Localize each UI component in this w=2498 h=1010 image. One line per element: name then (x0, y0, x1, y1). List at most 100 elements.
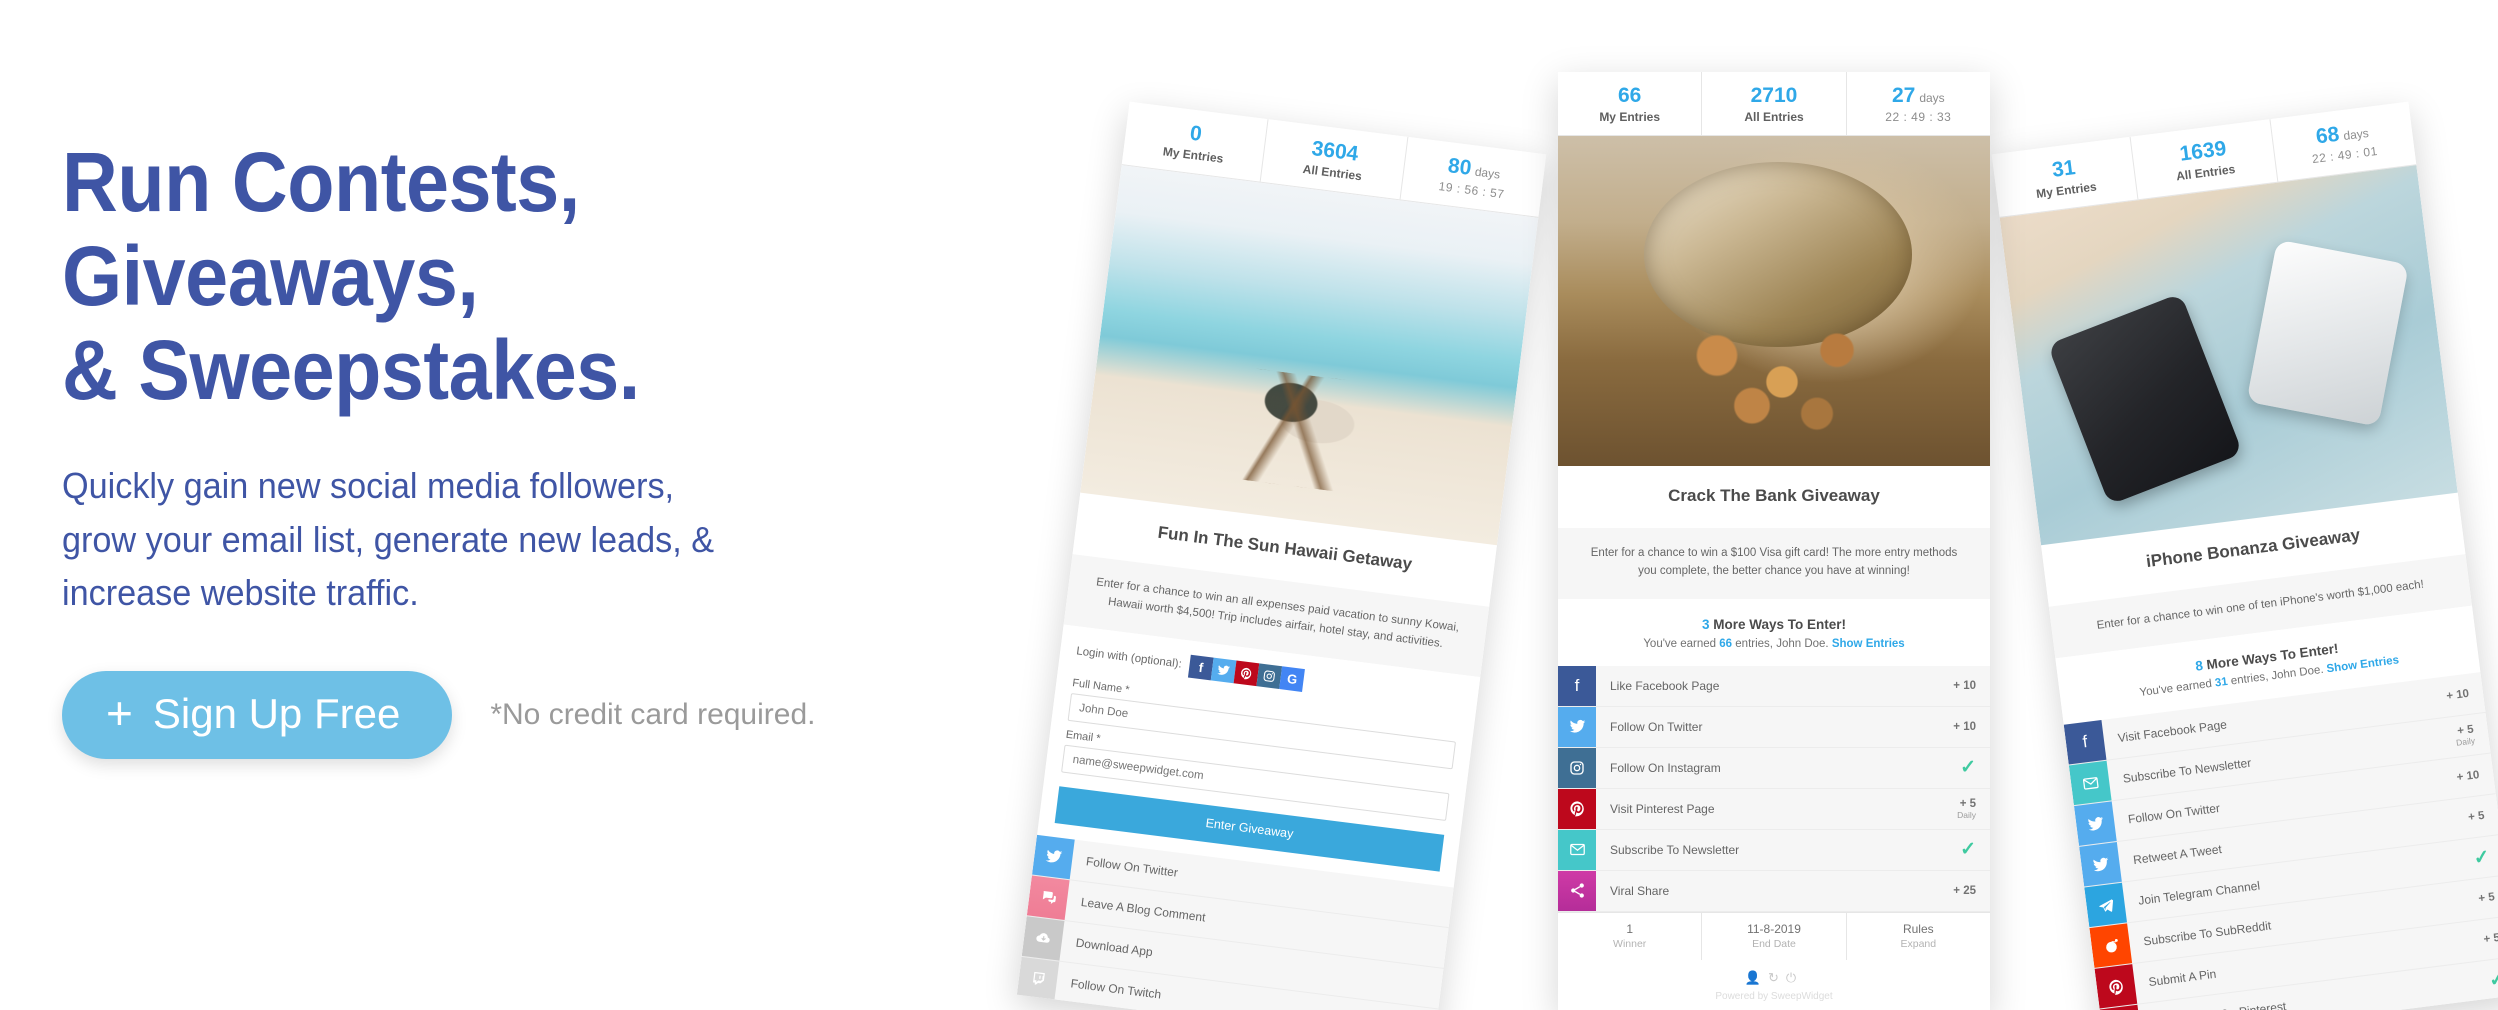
card-hero-image-phones (1999, 165, 2458, 546)
social-login-label: Login with (optional): (1075, 645, 1183, 671)
entry-method-row[interactable]: Follow On Twitter + 10 (1558, 706, 1990, 748)
entry-method-row[interactable]: Viral Share + 25 (1558, 870, 1990, 912)
entry-methods-list: f Like Facebook Page + 10 Follow On Twit… (1558, 665, 1990, 912)
entry-method-label: Subscribe To Newsletter (1610, 842, 1740, 857)
footer-value: 11-8-2019 (1747, 921, 1801, 936)
powered-by-icons: 👤↻⏻ (1558, 970, 1990, 986)
google-icon[interactable]: G (1279, 666, 1306, 692)
completed-check-icon: ✓ (1960, 839, 1976, 861)
entry-method-points: + 5 Daily (2455, 723, 2476, 749)
entry-method-points: ✓ (2457, 835, 2498, 880)
giveaway-card-hawaii[interactable]: 0 My Entries 3604 All Entries 80days 19 … (1016, 101, 1547, 1010)
stat-value: 2710 (1750, 84, 1798, 107)
social-login-chips: f G (1188, 654, 1306, 692)
countdown-days: 27 (1891, 84, 1916, 107)
entry-method-row[interactable]: Visit Pinterest Page + 5 Daily (1558, 788, 1990, 830)
refresh-icon[interactable]: ↻ (1768, 970, 1786, 985)
facebook-icon[interactable]: f (1188, 654, 1214, 681)
stat-my-entries: 66 My Entries (1558, 72, 1703, 136)
card-hero-image-beach (1080, 165, 1539, 546)
card-stats-bar: 66 My Entries 2710 All Entries 27 days 22… (1558, 72, 1990, 137)
countdown-unit: days (1919, 91, 1945, 105)
more-ways-count: 8 (2194, 658, 2204, 675)
entry-method-points (1395, 963, 1444, 1008)
card-title: Crack The Bank Giveaway (1558, 466, 1990, 529)
entry-method-label: Like Facebook Page (1610, 678, 1720, 693)
twitch-icon (1016, 956, 1060, 1002)
instagram-icon[interactable] (1256, 663, 1283, 689)
twitter-icon[interactable] (1210, 657, 1237, 684)
entry-method-label: Viral Share (1610, 883, 1670, 898)
giveaway-card-crack-the-bank[interactable]: 66 My Entries 2710 All Entries 27 days 22… (1558, 72, 1990, 1010)
entry-methods-list: f Visit Facebook Page + 10 Subscribe To … (2063, 672, 2498, 1010)
card-hero-image-coins (1558, 136, 1990, 467)
more-ways-text: More Ways To Enter! (1713, 616, 1847, 632)
entry-method-label: Follow On Instagram (1610, 760, 1721, 775)
entry-method-label: Follow On Twitter (1610, 719, 1703, 734)
entry-method-points (1405, 882, 1454, 927)
pinterest-icon (1558, 788, 1596, 829)
footer-rules[interactable]: Rules Expand (1847, 913, 1990, 960)
completed-check-icon: ✓ (1960, 757, 1976, 779)
countdown-days: 80 (1446, 154, 1473, 180)
hero-section: Run Contests, Giveaways, & Sweepstakes. … (0, 0, 2498, 1010)
pinterest-icon (2094, 964, 2138, 1010)
earned-prefix: You've earned (1643, 637, 1717, 650)
instagram-icon (1558, 747, 1596, 788)
earned-suffix: entries, John Doe. (1735, 637, 1829, 650)
twitter-icon (2074, 801, 2117, 847)
pinterest-icon[interactable] (1233, 660, 1260, 687)
countdown-days: 68 (2314, 122, 2341, 149)
stat-value: 27 days (1849, 84, 1988, 107)
entry-method-points: + 25 (1953, 884, 1976, 897)
twitter-icon (1032, 834, 1075, 880)
entry-method-points: ✓ (2473, 957, 2498, 1002)
powered-by-bar: 👤↻⏻ Powered by SweepWidget (1558, 959, 1990, 1010)
person-icon[interactable]: 👤 (1745, 970, 1768, 985)
earned-count: 31 (2214, 676, 2229, 690)
footer-value: 1 (1626, 921, 1633, 936)
stat-countdown: 27 days 22 : 49 : 33 (1847, 72, 1990, 135)
countdown-unit: days (2342, 125, 2370, 144)
entry-method-points: + 5 (2467, 810, 2486, 825)
footer-value: Rules (1902, 921, 1934, 936)
entry-method-points: + 5 (2482, 932, 2498, 947)
entry-method-points: ✓ (1946, 830, 1990, 870)
mail-icon (2068, 761, 2112, 806)
footer-end-date: 11-8-2019 End Date (1702, 912, 1847, 960)
footer-label: End Date (1752, 937, 1796, 950)
card-footer-bar: 1 Winner 11-8-2019 End Date Rules Expand (1558, 911, 1990, 960)
entry-method-points: + 10 (1953, 720, 1976, 733)
entry-method-points: + 5 (2477, 891, 2496, 906)
footer-winner: 1 Winner (1558, 912, 1703, 960)
giveaway-card-iphone[interactable]: 31 My Entries 1639 All Entries 68 days 22… (1991, 101, 2498, 1010)
show-entries-link[interactable]: Show Entries (1832, 638, 1905, 650)
countdown-clock: 22 : 49 : 33 (1885, 110, 1952, 125)
blog-comment-icon (1026, 875, 1070, 920)
entry-method-points: ✓ (1946, 748, 1990, 788)
twitter-icon (1558, 706, 1596, 747)
giveaway-card-stack: 0 My Entries 3604 All Entries 80days 19 … (0, 0, 2498, 1010)
entry-method-points: + 10 (1953, 679, 1976, 692)
entry-method-points: + 10 (2456, 769, 2481, 785)
reddit-icon (2089, 923, 2133, 969)
entry-method-row[interactable]: f Like Facebook Page + 10 (1558, 665, 1990, 707)
entry-method-points: + 10 (2445, 688, 2470, 704)
completed-check-icon: ✓ (2472, 846, 2491, 870)
stat-value: 66 (1617, 84, 1642, 107)
entry-daily-badge: Daily (1957, 809, 1976, 820)
entry-method-row[interactable]: Subscribe To Newsletter ✓ (1558, 829, 1990, 871)
card-description: Enter for a chance to win a $100 Visa gi… (1558, 528, 1990, 599)
download-icon (1021, 916, 1065, 961)
power-icon[interactable]: ⏻ (1786, 970, 1803, 985)
twitter-icon (2079, 842, 2122, 887)
stat-label: My Entries (1599, 110, 1660, 125)
more-ways-count: 3 (1701, 616, 1710, 632)
telegram-icon (2084, 883, 2128, 928)
more-ways-to-enter: 3 More Ways To Enter! (1558, 598, 1990, 638)
earned-count: 66 (1719, 637, 1733, 650)
facebook-icon: f (1558, 665, 1596, 706)
entry-method-row[interactable]: Follow On Instagram ✓ (1558, 747, 1990, 789)
completed-check-icon: ✓ (2487, 968, 2498, 992)
footer-label: Winner (1613, 937, 1647, 950)
